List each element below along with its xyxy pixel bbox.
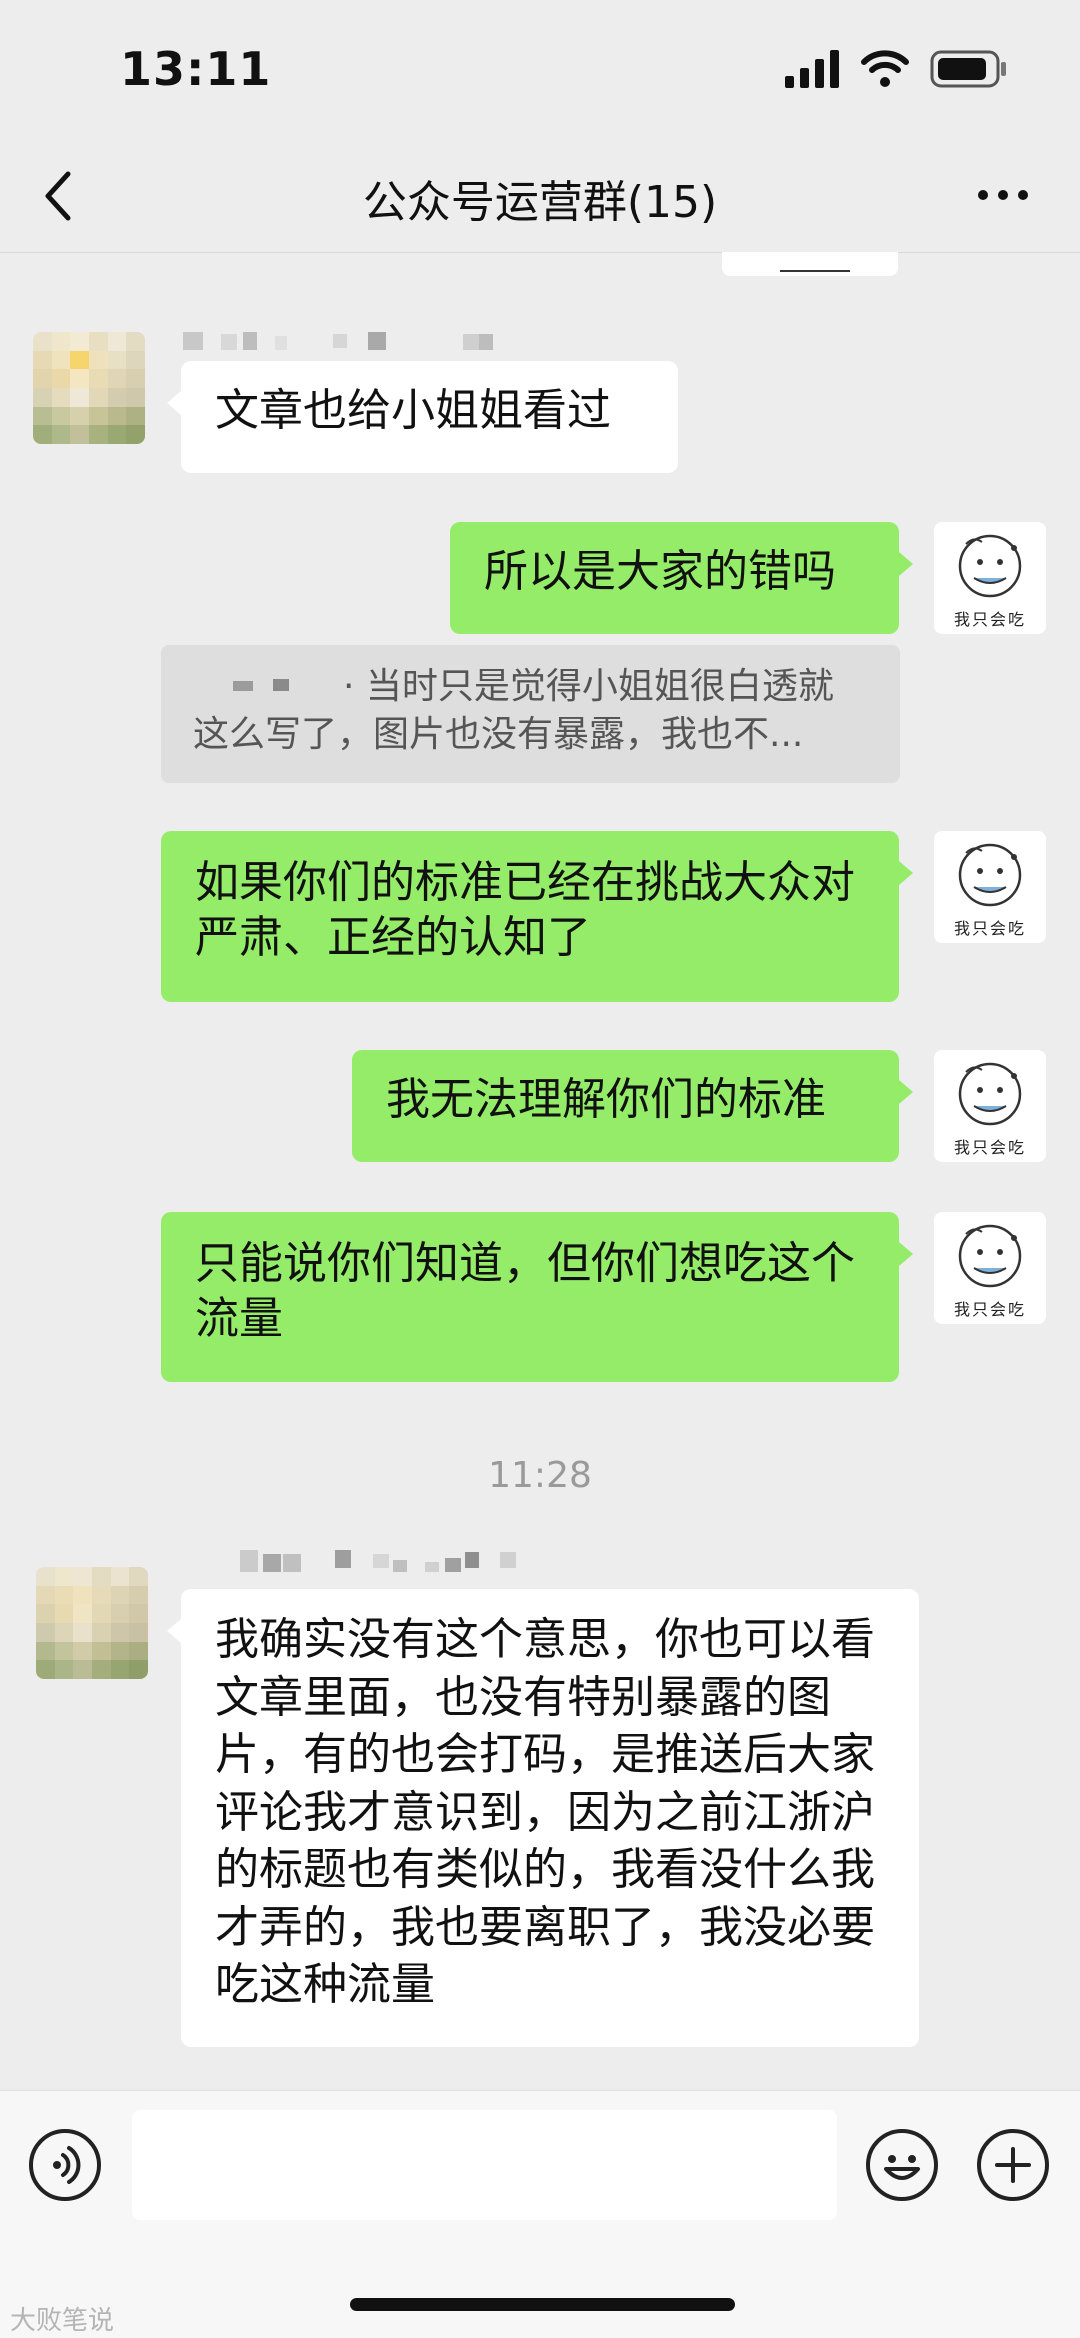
message-bubble[interactable]: 我确实没有这个意思，你也可以看文章里面，也没有特别暴露的图片，有的也会打码，是推… [167,1589,919,2047]
my-avatar[interactable]: 我只会吃 [934,1050,1046,1162]
avatar-caption: 我只会吃 [953,610,1026,629]
message-bubble[interactable]: 文章也给小姐姐看过 [167,361,678,473]
plus-icon[interactable] [977,2129,1049,2201]
emoji-icon[interactable] [866,2129,938,2201]
chat-header: 公众号运营群(15) [0,140,1080,253]
member-name-blurred [225,1550,525,1572]
my-avatar[interactable]: 我只会吃 [934,1212,1046,1324]
my-message-bubble[interactable]: 如果你们的标准已经在挑战大众对严肃、正经的认知了 [161,831,913,1002]
member-avatar[interactable] [36,1567,148,1679]
my-message-bubble[interactable]: 所以是大家的错吗 [450,522,913,634]
watermark: 大败笔说 [10,2306,115,2336]
home-indicator[interactable] [350,2298,735,2311]
message-text: 所以是大家的错吗 [484,546,836,597]
message-input[interactable] [132,2110,837,2220]
member-name-blurred [183,332,503,352]
quote-name-blurred [233,681,253,691]
my-avatar[interactable]: 我只会吃 [934,831,1046,943]
status-time: 13:11 [120,42,272,96]
more-dots-icon[interactable] [975,185,1031,205]
wifi-icon [861,50,909,87]
signal-icon [785,50,839,88]
avatar-caption: 我只会吃 [953,919,1026,938]
message-text: 我无法理解你们的标准 [386,1074,826,1125]
partial-message-bubble [722,252,898,276]
status-bar: 13:11 [0,0,1080,140]
my-message-bubble[interactable]: 只能说你们知道，但你们想吃这个流量 [161,1212,913,1382]
chat-title: 公众号运营群(15) [362,177,718,228]
message-timestamp: 11:28 [488,1455,592,1496]
message-text: 只能说你们知道，但你们想吃这个流量 [195,1238,855,1344]
avatar-caption: 我只会吃 [953,1300,1026,1319]
battery-icon [930,50,1006,88]
member-avatar[interactable] [33,332,145,444]
quoted-message[interactable]: · 当时只是觉得小姐姐很白透就这么写了，图片也没有暴露，我也不... [161,645,900,783]
message-text: 文章也给小姐姐看过 [215,385,611,436]
message-text: 我确实没有这个意思，你也可以看文章里面，也没有特别暴露的图片，有的也会打码，是推… [215,1614,875,2010]
avatar-caption: 我只会吃 [953,1138,1026,1157]
my-avatar[interactable]: 我只会吃 [934,522,1046,634]
message-text: 如果你们的标准已经在挑战大众对严肃、正经的认知了 [195,857,855,963]
quote-text: · 当时只是觉得小姐姐很白透就这么写了，图片也没有暴露，我也不... [193,666,834,755]
my-message-bubble[interactable]: 我无法理解你们的标准 [352,1050,913,1162]
voice-icon[interactable] [29,2129,101,2201]
quote-name-blurred [273,679,289,691]
